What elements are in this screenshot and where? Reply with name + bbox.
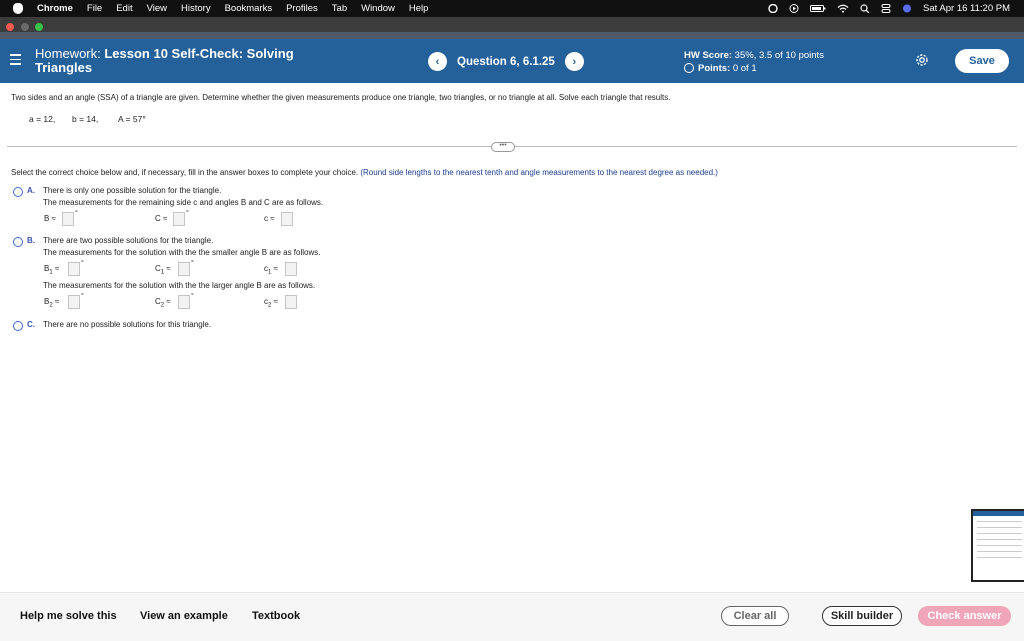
option-c-radio[interactable]	[13, 321, 23, 331]
option-b-c1-label: c1 ≈	[264, 264, 278, 276]
option-b-C1-label: C1 ≈	[155, 264, 171, 276]
menu-help[interactable]: Help	[409, 3, 429, 14]
option-b-c1-input[interactable]	[285, 262, 297, 276]
instructions: Select the correct choice below and, if …	[11, 168, 718, 177]
question-navigator: ‹ Question 6, 6.1.25 ›	[428, 51, 584, 72]
page-thumbnail-preview[interactable]	[971, 509, 1024, 582]
option-b-C1-input[interactable]	[178, 262, 190, 276]
homework-header: Homework: Lesson 10 Self-Check: Solving …	[0, 39, 1024, 83]
option-b-radio[interactable]	[13, 237, 23, 247]
option-b-subtext-larger: The measurements for the solution with t…	[43, 281, 316, 290]
menu-file[interactable]: File	[87, 3, 102, 14]
skill-builder-button[interactable]: Skill builder	[822, 606, 902, 626]
option-b-B2-label: B2 ≈	[44, 297, 60, 309]
option-a-B-label: B ≈	[44, 214, 56, 223]
clear-all-button[interactable]: Clear all	[721, 606, 789, 626]
degree-symbol: °	[191, 260, 194, 267]
given-b: b = 14,	[72, 114, 99, 124]
option-c-text: There are no possible solutions for this…	[43, 320, 212, 329]
option-a-C-input[interactable]	[173, 212, 185, 226]
option-c-letter[interactable]: C.	[27, 320, 35, 329]
bottom-action-bar: Help me solve this View an example Textb…	[0, 592, 1024, 641]
textbook-link[interactable]: Textbook	[252, 610, 300, 622]
settings-gear-icon[interactable]	[914, 52, 930, 68]
page-title: Homework: Lesson 10 Self-Check: Solving …	[35, 47, 335, 75]
option-b-C2-input[interactable]	[178, 295, 190, 309]
status-icons: Sat Apr 16 11:20 PM	[768, 0, 1010, 17]
menu-tab[interactable]: Tab	[332, 3, 347, 14]
hw-score-value: 35%, 3.5 of 10 points	[732, 50, 824, 61]
view-example-link[interactable]: View an example	[140, 610, 228, 622]
option-b-subtext-smaller: The measurements for the solution with t…	[43, 248, 321, 257]
option-b-B1-input[interactable]	[68, 262, 80, 276]
window-zoom-button[interactable]	[35, 23, 43, 31]
wifi-icon[interactable]	[837, 4, 849, 13]
option-a-letter[interactable]: A.	[27, 186, 35, 195]
title-lesson-line2: Triangles	[35, 60, 93, 75]
hw-score-label: HW Score:	[684, 50, 733, 61]
degree-symbol: °	[186, 210, 189, 217]
menu-profiles[interactable]: Profiles	[286, 3, 318, 14]
option-a-c-input[interactable]	[281, 212, 293, 226]
next-question-button[interactable]: ›	[564, 52, 584, 71]
title-lesson: Lesson 10 Self-Check: Solving	[104, 46, 294, 61]
degree-symbol: °	[191, 293, 194, 300]
title-prefix: Homework:	[35, 46, 105, 61]
points-value: 0 of 1	[730, 63, 757, 74]
previous-question-button[interactable]: ‹	[428, 52, 447, 71]
menu-history[interactable]: History	[181, 3, 211, 14]
option-b-C2-label: C2 ≈	[155, 297, 171, 309]
option-b-letter[interactable]: B.	[27, 236, 35, 245]
option-b-c2-label: c2 ≈	[264, 297, 278, 309]
degree-symbol: °	[81, 293, 84, 300]
window-minimize-button[interactable]	[21, 23, 29, 31]
menu-app-name[interactable]: Chrome	[37, 3, 73, 14]
option-b-B1-label: B1 ≈	[44, 264, 60, 276]
option-a-C-label: C ≈	[155, 214, 168, 223]
save-button[interactable]: Save	[955, 49, 1009, 73]
instructions-rounding-note: (Round side lengths to the nearest tenth…	[360, 168, 718, 177]
option-a-subtext: The measurements for the remaining side …	[43, 198, 324, 207]
battery-icon[interactable]	[810, 4, 826, 13]
help-me-solve-link[interactable]: Help me solve this	[20, 610, 117, 622]
check-answer-button[interactable]: Check answer	[918, 606, 1011, 626]
option-b-text: There are two possible solutions for the…	[43, 236, 214, 245]
creative-cloud-icon[interactable]	[768, 4, 778, 13]
spotlight-search-icon[interactable]	[860, 4, 870, 13]
given-angle-A: A = 57°	[118, 114, 146, 124]
problem-text: Two sides and an angle (SSA) of a triang…	[11, 93, 671, 102]
apple-icon[interactable]	[13, 3, 23, 14]
control-center-icon[interactable]	[881, 4, 891, 13]
option-a-radio[interactable]	[13, 187, 23, 197]
score-panel: HW Score: 35%, 3.5 of 10 points Points: …	[684, 49, 824, 75]
menu-hamburger-icon[interactable]	[10, 54, 21, 65]
option-b-c2-input[interactable]	[285, 295, 297, 309]
points-label: Points:	[698, 63, 731, 74]
option-b-B2-input[interactable]	[68, 295, 80, 309]
menu-edit[interactable]: Edit	[116, 3, 132, 14]
menu-clock[interactable]: Sat Apr 16 11:20 PM	[923, 3, 1010, 14]
expand-more-button[interactable]: •••	[491, 142, 515, 152]
instructions-main: Select the correct choice below and, if …	[11, 168, 361, 177]
question-label[interactable]: Question 6, 6.1.25	[457, 56, 555, 68]
option-a-text: There is only one possible solution for …	[43, 186, 222, 195]
option-a-B-input[interactable]	[62, 212, 74, 226]
menu-window[interactable]: Window	[361, 3, 395, 14]
siri-icon[interactable]	[902, 4, 912, 13]
points-circle-icon	[684, 63, 694, 73]
menu-bookmarks[interactable]: Bookmarks	[225, 3, 273, 14]
degree-symbol: °	[81, 260, 84, 267]
option-a-c-label: c ≈	[264, 214, 275, 223]
degree-symbol: °	[75, 210, 78, 217]
media-play-icon[interactable]	[789, 4, 799, 13]
browser-tab-strip	[0, 32, 1024, 39]
menu-view[interactable]: View	[147, 3, 167, 14]
given-a: a = 12,	[29, 114, 56, 124]
window-close-button[interactable]	[6, 23, 14, 31]
macos-menu-bar: Chrome File Edit View History Bookmarks …	[0, 0, 1024, 17]
